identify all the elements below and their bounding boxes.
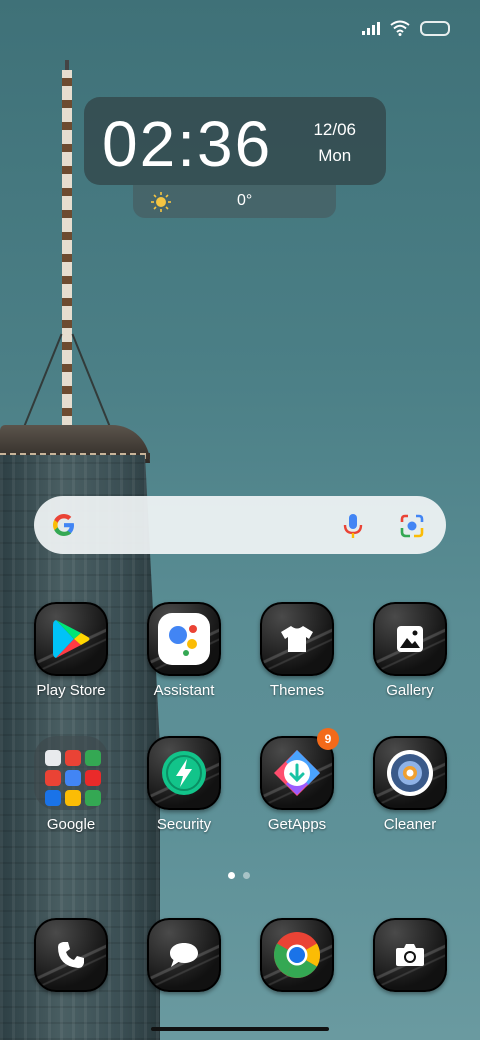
app-gallery[interactable]: Gallery	[360, 602, 460, 699]
app-themes[interactable]: Themes	[247, 602, 347, 699]
app-tile	[34, 602, 108, 676]
app-label: Security	[156, 816, 212, 833]
app-label: Assistant	[153, 682, 215, 699]
gallery-icon	[397, 626, 423, 652]
messages-icon	[170, 943, 198, 967]
clock-time: 02:36	[102, 108, 273, 180]
dock-chrome[interactable]	[247, 918, 347, 992]
clock-weekday: Mon	[318, 146, 352, 165]
app-folder-google[interactable]: Google	[21, 736, 121, 833]
camera-icon	[396, 944, 424, 966]
google-lens-icon[interactable]	[398, 513, 426, 539]
cleaner-icon	[387, 750, 433, 796]
app-assistant[interactable]: Assistant	[134, 602, 234, 699]
app-label: GetApps	[267, 816, 327, 833]
app-tile	[260, 602, 334, 676]
status-bar	[362, 18, 450, 38]
clock-date: 12/06	[313, 120, 356, 139]
app-tile	[373, 602, 447, 676]
app-play-store[interactable]: Play Store	[21, 602, 121, 699]
clock-widget[interactable]: 02:36 12/06 Mon	[84, 97, 386, 185]
signal-icon	[362, 21, 380, 35]
app-tile: 9	[260, 728, 339, 810]
app-cleaner[interactable]: Cleaner	[360, 736, 460, 833]
app-tile	[373, 736, 447, 810]
sun-icon	[151, 192, 171, 212]
phone-icon	[58, 942, 84, 968]
app-getapps[interactable]: 9 GetApps	[247, 728, 347, 833]
google-search-bar[interactable]	[34, 496, 446, 554]
page-dot-active	[228, 872, 235, 879]
google-g-icon	[53, 514, 74, 536]
spire-cable	[19, 333, 63, 437]
app-label: Play Store	[36, 682, 106, 699]
app-tile	[147, 736, 221, 810]
app-tile	[34, 918, 108, 992]
dock-phone[interactable]	[21, 918, 121, 992]
app-label: Google	[46, 816, 96, 833]
app-tile	[147, 918, 221, 992]
page-indicator	[228, 872, 250, 879]
getapps-icon	[274, 750, 320, 796]
microphone-icon[interactable]	[342, 512, 364, 540]
folder-icon	[34, 736, 108, 810]
home-gesture-bar[interactable]	[151, 1027, 329, 1031]
battery-icon	[420, 20, 450, 36]
wifi-icon	[390, 20, 410, 36]
page-dot	[243, 872, 250, 879]
tower-spire	[62, 70, 72, 430]
clock-date-block: 12/06 Mon	[313, 117, 356, 169]
notification-badge: 9	[317, 728, 339, 750]
app-security[interactable]: Security	[134, 736, 234, 833]
app-tile	[373, 918, 447, 992]
spire-cable	[71, 333, 115, 437]
play-store-icon	[53, 620, 90, 658]
app-tile	[260, 918, 334, 992]
weather-temperature: 0°	[237, 192, 253, 209]
app-tile	[147, 602, 221, 676]
app-label: Themes	[269, 682, 325, 699]
chrome-icon	[274, 932, 321, 978]
weather-widget[interactable]: 0°	[133, 185, 336, 218]
dock-camera[interactable]	[360, 918, 460, 992]
security-icon	[162, 751, 206, 795]
dock-messages[interactable]	[134, 918, 234, 992]
app-label: Gallery	[386, 682, 434, 699]
assistant-icon	[169, 625, 197, 656]
app-label: Cleaner	[383, 816, 437, 833]
tshirt-icon	[281, 626, 313, 652]
